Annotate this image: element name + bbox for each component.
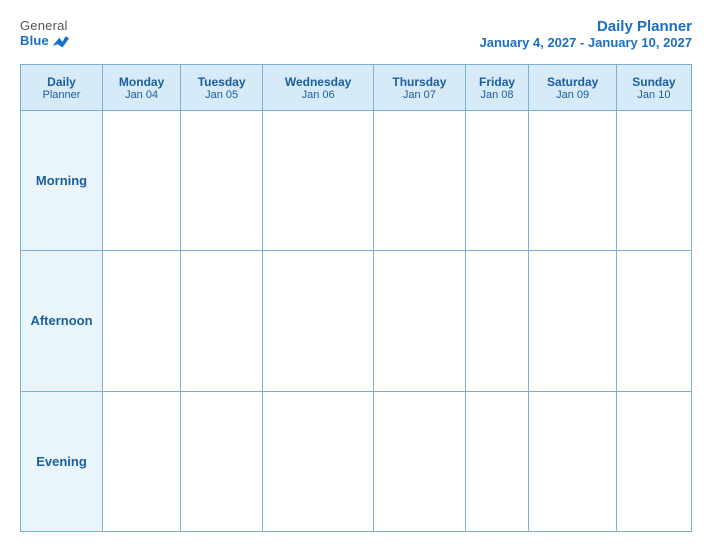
header-sunday: Sunday Jan 10	[616, 65, 691, 111]
evening-thursday[interactable]	[374, 391, 466, 531]
afternoon-wednesday[interactable]	[263, 251, 374, 391]
morning-friday[interactable]	[465, 111, 529, 251]
header-planner: Planner	[23, 89, 100, 101]
evening-monday[interactable]	[103, 391, 181, 531]
evening-row: Evening	[21, 391, 692, 531]
afternoon-monday[interactable]	[103, 251, 181, 391]
header-daily: Daily	[23, 75, 100, 89]
header-area: General Blue Daily Planner January 4, 20…	[20, 18, 692, 50]
evening-friday[interactable]	[465, 391, 529, 531]
page: General Blue Daily Planner January 4, 20…	[0, 0, 712, 550]
afternoon-friday[interactable]	[465, 251, 529, 391]
calendar-table: Daily Planner Monday Jan 04 Tuesday Jan …	[20, 64, 692, 532]
morning-thursday[interactable]	[374, 111, 466, 251]
afternoon-tuesday[interactable]	[181, 251, 263, 391]
evening-label: Evening	[21, 391, 103, 531]
logo: General Blue	[20, 18, 69, 48]
logo-general: General	[20, 18, 68, 33]
calendar-header-row: Daily Planner Monday Jan 04 Tuesday Jan …	[21, 65, 692, 111]
evening-saturday[interactable]	[529, 391, 617, 531]
evening-wednesday[interactable]	[263, 391, 374, 531]
planner-title: Daily Planner	[480, 18, 692, 35]
logo-bird-icon	[51, 34, 69, 48]
title-area: Daily Planner January 4, 2027 - January …	[480, 18, 692, 50]
morning-monday[interactable]	[103, 111, 181, 251]
afternoon-row: Afternoon	[21, 251, 692, 391]
header-tuesday: Tuesday Jan 05	[181, 65, 263, 111]
header-wednesday: Wednesday Jan 06	[263, 65, 374, 111]
header-thursday: Thursday Jan 07	[374, 65, 466, 111]
evening-tuesday[interactable]	[181, 391, 263, 531]
morning-row: Morning	[21, 111, 692, 251]
morning-saturday[interactable]	[529, 111, 617, 251]
afternoon-thursday[interactable]	[374, 251, 466, 391]
afternoon-label: Afternoon	[21, 251, 103, 391]
morning-tuesday[interactable]	[181, 111, 263, 251]
afternoon-sunday[interactable]	[616, 251, 691, 391]
evening-sunday[interactable]	[616, 391, 691, 531]
header-label-col: Daily Planner	[21, 65, 103, 111]
header-monday: Monday Jan 04	[103, 65, 181, 111]
morning-label: Morning	[21, 111, 103, 251]
header-friday: Friday Jan 08	[465, 65, 529, 111]
header-saturday: Saturday Jan 09	[529, 65, 617, 111]
morning-wednesday[interactable]	[263, 111, 374, 251]
afternoon-saturday[interactable]	[529, 251, 617, 391]
planner-date-range: January 4, 2027 - January 10, 2027	[480, 35, 692, 50]
morning-sunday[interactable]	[616, 111, 691, 251]
logo-blue: Blue	[20, 33, 69, 48]
